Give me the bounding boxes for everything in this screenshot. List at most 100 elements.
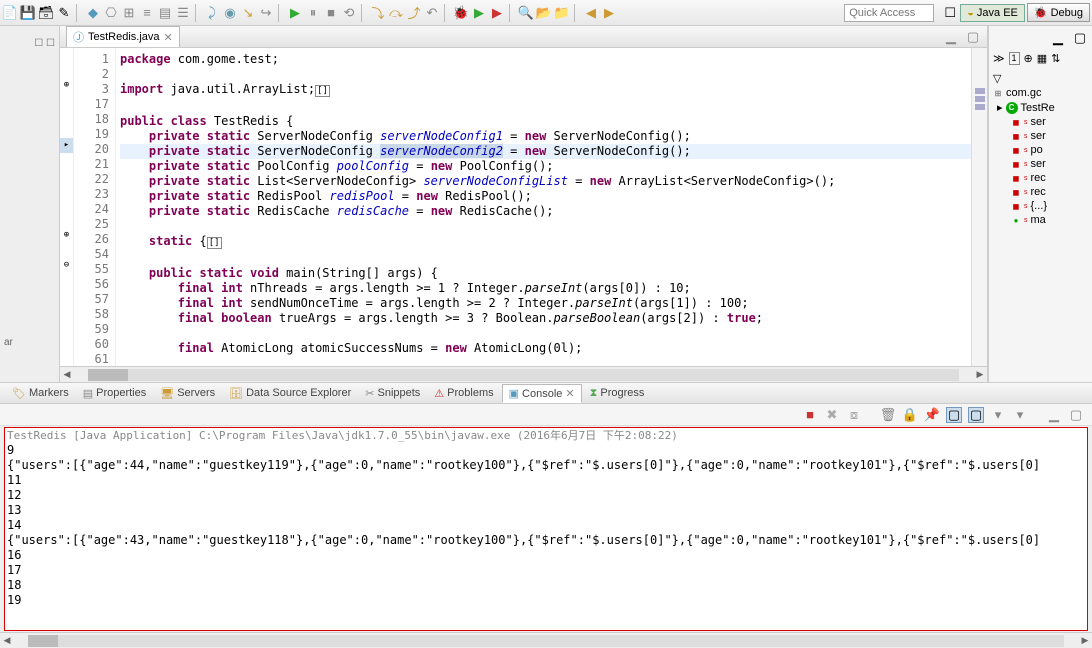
- outline-h2-icon[interactable]: ▦: [1037, 52, 1047, 65]
- console-icon: ▣: [509, 387, 519, 400]
- static-field-icon: ◼: [1011, 117, 1021, 127]
- tab-properties[interactable]: ▤Properties: [77, 385, 153, 402]
- nav-a-icon[interactable]: 📂: [536, 5, 552, 21]
- wand-icon[interactable]: ✎: [56, 5, 72, 21]
- snippets-icon: ✂: [365, 387, 374, 400]
- drop-frame-icon[interactable]: ↶: [424, 5, 440, 21]
- console-removeall-icon[interactable]: ⧇: [846, 407, 862, 423]
- run-icon[interactable]: ▶: [471, 5, 487, 21]
- console-body[interactable]: TestRedis [Java Application] C:\Program …: [4, 427, 1088, 631]
- editor-tab-testredis[interactable]: Ⓙ TestRedis.java ✕: [66, 26, 180, 47]
- back-icon[interactable]: ◀: [583, 5, 599, 21]
- console-line: {"users":[{"age":43,"name":"guestkey118"…: [5, 533, 1087, 548]
- save-icon[interactable]: 💾: [20, 5, 36, 21]
- tab-filename: TestRedis.java: [88, 31, 160, 43]
- tab-markers[interactable]: 🏷Markers: [6, 385, 75, 402]
- pause-icon[interactable]: ⏸: [305, 5, 321, 21]
- outline-item[interactable]: ◼s{...}: [993, 199, 1088, 213]
- java-file-icon: Ⓙ: [73, 29, 84, 45]
- tool-b-icon[interactable]: ⎔: [103, 5, 119, 21]
- console-pin-icon[interactable]: 📌: [924, 407, 940, 423]
- outline-num-icon[interactable]: 1: [1009, 52, 1020, 65]
- resume-icon[interactable]: ▶: [287, 5, 303, 21]
- console-toolbar: ■ ✖ ⧇ 🗑 🔒 📌 ▢ ▢ ▾ ▾ ▁ ▢: [0, 404, 1092, 426]
- tool-d-icon[interactable]: ≡: [139, 5, 155, 21]
- perspective-debug-button[interactable]: 🐞 Debug: [1027, 3, 1090, 22]
- console-stop-icon[interactable]: ■: [802, 407, 818, 423]
- step-over-icon[interactable]: ⤼: [388, 5, 404, 21]
- tool-f-icon[interactable]: ☰: [175, 5, 191, 21]
- class-icon: C: [1006, 102, 1018, 114]
- new-icon[interactable]: 📄: [2, 5, 18, 21]
- max-outline-icon[interactable]: ▢: [1072, 30, 1088, 46]
- console-remove-icon[interactable]: ✖: [824, 407, 840, 423]
- overview-ruler[interactable]: [971, 48, 987, 366]
- outline-item[interactable]: ◼sser: [993, 157, 1088, 171]
- console-open-icon[interactable]: ▾: [1012, 407, 1028, 423]
- maximize-editor-icon[interactable]: ▢: [965, 29, 981, 45]
- skip-icon[interactable]: ⤸: [204, 5, 220, 21]
- quick-access-input[interactable]: [844, 4, 934, 22]
- tab-close-icon[interactable]: ✕: [164, 31, 173, 44]
- tool-a-icon[interactable]: ◆: [85, 5, 101, 21]
- disconnect-icon[interactable]: ⟲: [341, 5, 357, 21]
- console-show-icon[interactable]: ▢: [968, 407, 984, 423]
- outline-item[interactable]: ◼srec: [993, 185, 1088, 199]
- minimized-view-a[interactable]: ☐ ☐: [0, 34, 59, 53]
- tab-snippets[interactable]: ✂Snippets: [359, 385, 426, 402]
- outline-h3-icon[interactable]: ⇅: [1051, 52, 1060, 65]
- console-scroll-lock-icon[interactable]: 🔒: [902, 407, 918, 423]
- tool-h-icon[interactable]: ↘: [240, 5, 256, 21]
- static-field-icon: ◼: [1011, 159, 1021, 169]
- tab-dse[interactable]: 🗄Data Source Explorer: [223, 385, 357, 402]
- min-outline-icon[interactable]: ▁: [1050, 30, 1066, 46]
- tab-progress[interactable]: ⧗Progress: [584, 385, 651, 402]
- outline-h1-icon[interactable]: ⊕: [1024, 52, 1033, 65]
- tool-c-icon[interactable]: ⊞: [121, 5, 137, 21]
- search-icon[interactable]: 🔍: [518, 5, 534, 21]
- step-return-icon[interactable]: ⤴: [406, 5, 422, 21]
- outline-item[interactable]: ⊞com.gc: [993, 86, 1088, 100]
- fwd-icon[interactable]: ▶: [601, 5, 617, 21]
- ext-tools-icon[interactable]: ▶: [489, 5, 505, 21]
- nav-b-icon[interactable]: 📁: [554, 5, 570, 21]
- outline-item[interactable]: ◼spo: [993, 143, 1088, 157]
- console-max-icon[interactable]: ▢: [1068, 407, 1084, 423]
- left-trim: ☐ ☐ ar: [0, 26, 60, 382]
- editor-hscrollbar[interactable]: ◀▶: [60, 366, 987, 382]
- tab-problems[interactable]: ⚠Problems: [428, 385, 499, 402]
- editor-body[interactable]: ⊕ ▸ ⊕ ⊖ 1 2 3 17 18 19 20 21 22 23 24 25…: [60, 48, 987, 366]
- console-min-icon[interactable]: ▁: [1046, 407, 1062, 423]
- static-field-icon: ◼: [1011, 173, 1021, 183]
- outline-item[interactable]: ▸CTestRe: [993, 100, 1088, 115]
- console-line: {"users":[{"age":44,"name":"guestkey119"…: [5, 458, 1087, 473]
- outline-item[interactable]: ●sma: [993, 213, 1088, 227]
- marker-ruler[interactable]: ⊕ ▸ ⊕ ⊖: [60, 48, 74, 366]
- tool-i-icon[interactable]: ↪: [258, 5, 274, 21]
- outline-expand[interactable]: ▽: [993, 71, 1088, 86]
- code-area[interactable]: package com.gome.test; import java.util.…: [116, 48, 971, 366]
- debug-icon[interactable]: 🐞: [453, 5, 469, 21]
- minimize-editor-icon[interactable]: ▁: [943, 29, 959, 45]
- tab-close-icon[interactable]: ✕: [565, 387, 574, 400]
- tab-servers[interactable]: 🖥Servers: [154, 385, 221, 402]
- console-display-icon[interactable]: ▢: [946, 407, 962, 423]
- tool-g-icon[interactable]: ◉: [222, 5, 238, 21]
- outline-item[interactable]: ◼srec: [993, 171, 1088, 185]
- console-hscrollbar[interactable]: ◀▶: [0, 632, 1092, 648]
- stop-icon[interactable]: ■: [323, 5, 339, 21]
- tab-console[interactable]: ▣Console ✕: [502, 384, 582, 403]
- console-line: 12: [5, 488, 1087, 503]
- tool-e-icon[interactable]: ▤: [157, 5, 173, 21]
- perspective-javaee-button[interactable]: ◒ Java EE: [960, 4, 1025, 22]
- saveall-icon[interactable]: 🗃: [38, 5, 54, 21]
- outline-item[interactable]: ◼sser: [993, 129, 1088, 143]
- outline-toggle-icon[interactable]: ≫: [993, 52, 1005, 65]
- console-sel-icon[interactable]: ▾: [990, 407, 1006, 423]
- static-init-icon: ◼: [1011, 201, 1021, 211]
- open-perspective-icon[interactable]: ☐: [942, 5, 958, 21]
- properties-icon: ▤: [83, 387, 93, 400]
- step-into-icon[interactable]: ⤵: [370, 5, 386, 21]
- outline-item[interactable]: ◼sser: [993, 115, 1088, 129]
- console-clear-icon[interactable]: 🗑: [880, 407, 896, 423]
